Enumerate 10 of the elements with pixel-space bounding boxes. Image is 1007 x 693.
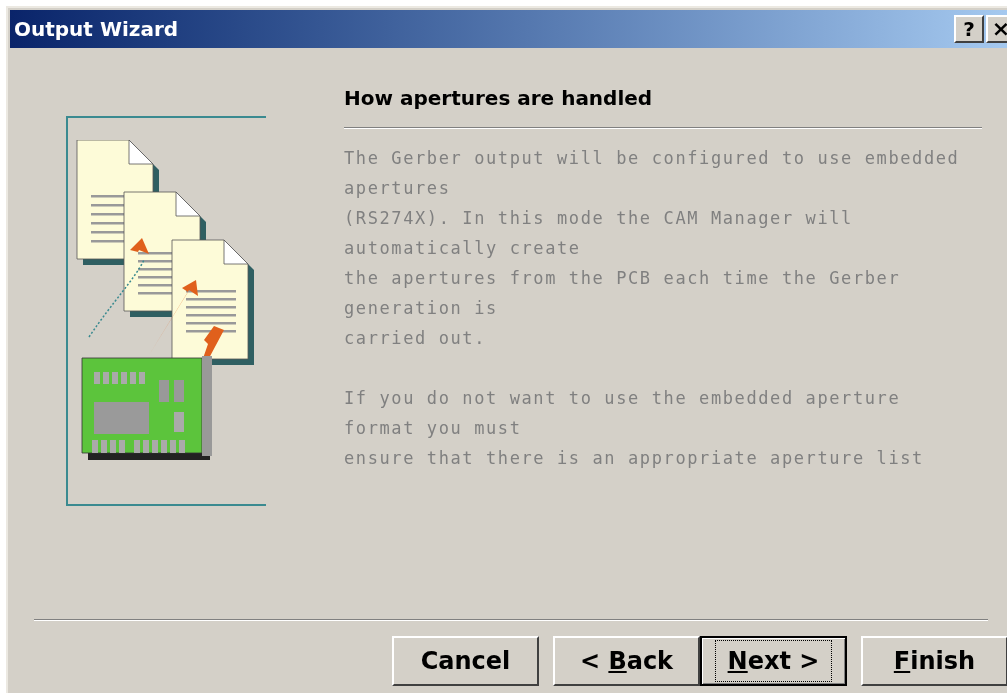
wizard-button[interactable]: Cancel <box>392 636 539 686</box>
description-paragraph: The Gerber output will be configured to use embedded apertures (RS274X). In this mode the CAM Manager will automatically create the apertures from the PCB each time the Gerber generation is carried out. <box>344 147 961 350</box>
window-title: Output Wizard <box>14 16 179 43</box>
page-heading: How apertures are handled <box>344 85 654 111</box>
wizard-button[interactable]: Finish <box>861 636 1007 686</box>
close-button[interactable]: × <box>986 15 1007 43</box>
description-paragraph: If you do not want to use the embedded aperture format you must ensure that there is an appropriate aperture list <box>344 387 925 470</box>
help-button[interactable]: ? <box>954 15 984 43</box>
wizard-button[interactable]: Next > <box>700 636 847 686</box>
wizard-button[interactable]: < Back <box>553 636 700 686</box>
